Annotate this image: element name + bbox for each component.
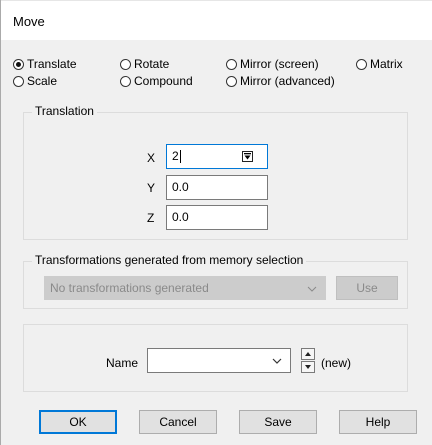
- radio-label: Mirror (advanced): [240, 74, 335, 88]
- radio-indicator: [356, 58, 367, 70]
- arrow-down-icon: [305, 365, 311, 369]
- memory-combo-value: No transformations generated: [50, 281, 209, 295]
- use-button: Use: [336, 276, 398, 300]
- y-field-value: 0.0: [172, 180, 189, 194]
- y-field[interactable]: 0.0: [166, 175, 268, 200]
- ok-button[interactable]: OK: [39, 410, 117, 434]
- name-spin-down-button[interactable]: [301, 361, 315, 373]
- z-label: Z: [147, 211, 155, 225]
- radio-translate[interactable]: Translate: [13, 56, 77, 72]
- chevron-down-icon: [272, 358, 282, 364]
- name-combo[interactable]: [147, 348, 291, 373]
- name-label: Name: [106, 356, 139, 370]
- radio-indicator: [226, 58, 237, 70]
- z-field[interactable]: 0.0: [166, 205, 268, 230]
- radio-matrix[interactable]: Matrix: [356, 56, 403, 72]
- x-field[interactable]: 2: [166, 144, 268, 169]
- move-dialog: Move Translate Rotate Mirror (screen) Ma…: [0, 0, 432, 445]
- arrow-up-icon: [305, 352, 311, 356]
- radio-label: Rotate: [134, 57, 170, 71]
- memory-transformations-combo: No transformations generated: [44, 276, 326, 300]
- arrow-down-icon: [244, 153, 251, 160]
- radio-indicator: [120, 75, 131, 87]
- translation-group-label: Translation: [32, 104, 97, 118]
- radio-mirror-advanced[interactable]: Mirror (advanced): [226, 73, 335, 89]
- radio-rotate[interactable]: Rotate: [120, 56, 169, 72]
- radio-label: Translate: [27, 57, 77, 71]
- cancel-button[interactable]: Cancel: [139, 410, 217, 434]
- name-status: (new): [321, 356, 352, 370]
- radio-label: Mirror (screen): [240, 57, 319, 71]
- radio-compound[interactable]: Compound: [120, 73, 193, 89]
- title-bar-top-border: [1, 0, 432, 1]
- help-button[interactable]: Help: [339, 410, 417, 434]
- save-button[interactable]: Save: [239, 410, 317, 434]
- z-field-value: 0.0: [172, 210, 189, 224]
- radio-indicator: [13, 58, 24, 70]
- radio-mirror-screen[interactable]: Mirror (screen): [226, 56, 319, 72]
- radio-scale[interactable]: Scale: [13, 73, 57, 89]
- radio-label: Matrix: [370, 57, 403, 71]
- memory-group-label: Transformations generated from memory se…: [32, 253, 307, 267]
- x-label: X: [147, 151, 156, 165]
- radio-indicator: [120, 58, 131, 70]
- x-field-menu-button[interactable]: [242, 151, 253, 162]
- text-cursor: [179, 150, 181, 164]
- chevron-down-icon: [307, 286, 317, 292]
- radio-indicator: [226, 75, 237, 87]
- y-label: Y: [147, 181, 156, 195]
- title-bar[interactable]: Move: [1, 0, 432, 40]
- x-field-value: 2: [172, 149, 179, 163]
- name-spin-up-button[interactable]: [301, 348, 315, 360]
- radio-label: Compound: [134, 74, 193, 88]
- radio-indicator: [13, 75, 24, 87]
- dialog-title: Move: [13, 14, 45, 29]
- radio-label: Scale: [27, 74, 58, 88]
